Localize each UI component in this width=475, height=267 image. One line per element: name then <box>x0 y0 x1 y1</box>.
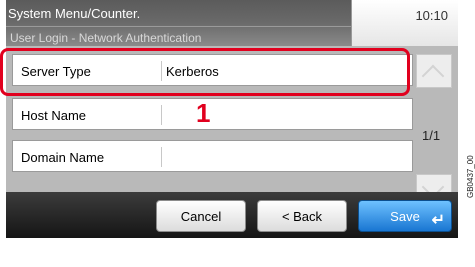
figure-code-text: GB0437_00 <box>466 155 475 198</box>
scroll-up-button[interactable] <box>416 54 452 88</box>
annotation-callout: 1 <box>196 98 211 128</box>
row-label-domain-name: Domain Name <box>21 150 105 165</box>
row-domain-name[interactable]: Domain Name <box>12 140 413 172</box>
clock: 10:10 <box>415 8 448 23</box>
title-bar: System Menu/Counter. User Login - Networ… <box>6 0 458 46</box>
back-button[interactable]: < Back <box>257 200 347 232</box>
row-host-name[interactable]: Host Name <box>12 98 413 130</box>
enter-icon: ↵ <box>431 212 445 229</box>
chevron-up-icon <box>421 64 445 88</box>
breadcrumb: User Login - Network Authentication <box>10 31 202 45</box>
cancel-button[interactable]: Cancel <box>156 200 246 232</box>
page-title: System Menu/Counter. <box>8 6 141 21</box>
annotation-highlight <box>0 48 410 96</box>
row-separator <box>161 105 162 125</box>
save-button[interactable]: Save ↵ <box>358 200 452 232</box>
save-label: Save <box>390 209 420 224</box>
page-indicator: 1/1 <box>422 128 441 143</box>
clock-panel: 10:10 <box>351 0 458 46</box>
row-label-host-name: Host Name <box>21 108 87 123</box>
row-separator <box>161 147 162 167</box>
panel-screen: System Menu/Counter. User Login - Networ… <box>6 0 458 238</box>
figure-code: GB0437_00 <box>459 155 475 258</box>
title-divider <box>6 26 352 27</box>
